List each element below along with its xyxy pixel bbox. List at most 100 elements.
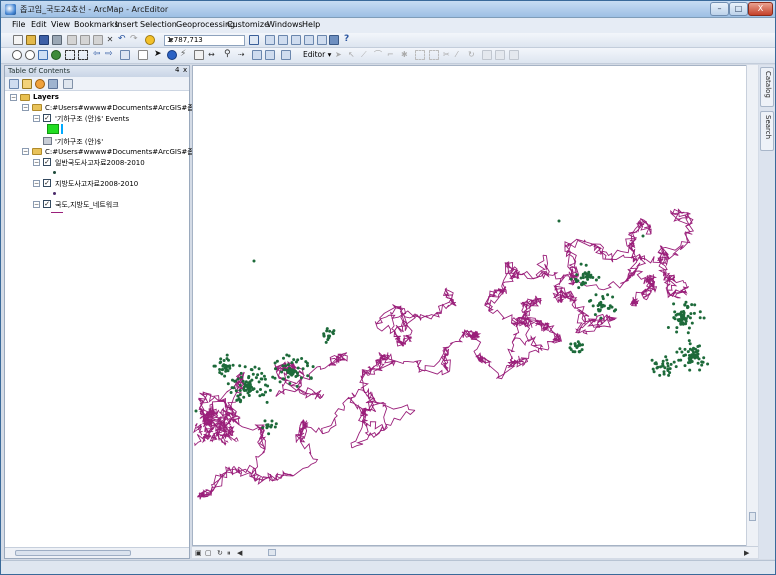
list-by-selection-icon[interactable] xyxy=(48,79,58,89)
redo-icon[interactable]: ↷ xyxy=(130,35,140,45)
cut-icon[interactable] xyxy=(67,35,77,45)
select-elements-icon[interactable]: ➤ xyxy=(154,50,164,60)
accident-point xyxy=(684,317,688,321)
scrollbar-thumb[interactable] xyxy=(268,549,276,556)
add-data-icon[interactable] xyxy=(145,35,155,45)
events-symbol-swatch[interactable] xyxy=(47,124,59,134)
menu-file[interactable]: File xyxy=(12,20,25,29)
pause-drawing-icon[interactable]: ⏸ xyxy=(227,549,231,558)
toc-horizontal-scrollbar[interactable] xyxy=(5,547,189,558)
fixed-zoom-out-icon[interactable] xyxy=(78,50,88,60)
hyperlink-icon[interactable]: ⚡ xyxy=(180,50,190,60)
html-popup-icon[interactable] xyxy=(194,50,204,60)
options-icon[interactable] xyxy=(63,79,73,89)
catalog-tab[interactable]: Catalog xyxy=(760,67,774,107)
data-view-icon[interactable]: ▣ xyxy=(195,549,202,557)
save-icon[interactable] xyxy=(39,35,49,45)
collapse-group-1-icon[interactable]: − xyxy=(22,104,29,111)
collapse-group-2-icon[interactable]: − xyxy=(22,148,29,155)
menu-customize[interactable]: Customize xyxy=(227,20,269,29)
refresh-icon[interactable]: ↻ xyxy=(217,549,223,557)
find-icon[interactable]: ⚲ xyxy=(224,50,234,60)
layer-national-accidents-name[interactable]: 일반국도사고자료2008-2010 xyxy=(55,158,145,168)
table-of-contents-icon[interactable] xyxy=(265,35,275,45)
menu-edit[interactable]: Edit xyxy=(31,20,47,29)
layer-local-accidents-checkbox[interactable]: ✓ xyxy=(43,179,51,187)
menu-insert[interactable]: Insert xyxy=(115,20,138,29)
map-canvas[interactable] xyxy=(193,66,747,547)
layer-road-network-checkbox[interactable]: ✓ xyxy=(43,200,51,208)
forward-extent-icon[interactable]: ⇨ xyxy=(105,50,115,60)
menu-bookmarks[interactable]: Bookmarks xyxy=(74,20,119,29)
menu-help[interactable]: Help xyxy=(302,20,320,29)
identify-icon[interactable] xyxy=(167,50,177,60)
zoom-in-icon[interactable] xyxy=(12,50,22,60)
scroll-right-icon[interactable]: ▶ xyxy=(744,549,749,557)
table-source-name[interactable]: '기하구조 (안)$' xyxy=(55,137,103,147)
point-symbol-icon[interactable] xyxy=(53,192,56,195)
find-route-icon[interactable]: ⇢ xyxy=(238,50,248,60)
zoom-out-icon[interactable] xyxy=(25,50,35,60)
layer-events-checkbox[interactable]: ✓ xyxy=(43,114,51,122)
menu-selection[interactable]: Selection xyxy=(140,20,177,29)
paste-icon[interactable] xyxy=(93,35,103,45)
collapse-layer-national-accidents-icon[interactable]: − xyxy=(33,159,40,166)
list-by-visibility-icon[interactable] xyxy=(35,79,45,89)
full-extent-icon[interactable] xyxy=(51,50,61,60)
map-scale-input[interactable]: 1:787,713 ▼ xyxy=(164,35,245,46)
print-icon[interactable] xyxy=(52,35,62,45)
collapse-layer-road-network-icon[interactable]: − xyxy=(33,201,40,208)
arctoolbox-icon[interactable] xyxy=(304,35,314,45)
create-viewer-icon[interactable] xyxy=(281,50,291,60)
layer-events-name[interactable]: '기하구조 (안)$' Events xyxy=(55,114,129,124)
pan-icon[interactable] xyxy=(38,50,48,60)
clear-selection-icon[interactable] xyxy=(138,50,148,60)
maximize-button[interactable]: □ xyxy=(729,2,748,16)
collapse-layers-icon[interactable]: − xyxy=(10,94,17,101)
scrollbar-thumb[interactable] xyxy=(15,550,131,556)
point-symbol-icon[interactable] xyxy=(53,171,56,174)
menu-view[interactable]: View xyxy=(51,20,70,29)
map-display[interactable] xyxy=(192,65,758,546)
scrollbar-thumb[interactable] xyxy=(749,512,756,521)
back-extent-icon[interactable]: ⇦ xyxy=(93,50,103,60)
search-window-icon[interactable] xyxy=(291,35,301,45)
layer-national-accidents-checkbox[interactable]: ✓ xyxy=(43,158,51,166)
copy-icon[interactable] xyxy=(80,35,90,45)
time-slider-icon[interactable] xyxy=(265,50,275,60)
python-window-icon[interactable] xyxy=(317,35,327,45)
search-tab[interactable]: Search xyxy=(760,111,774,151)
new-document-icon[interactable] xyxy=(13,35,23,45)
select-features-icon[interactable] xyxy=(120,50,130,60)
whats-this-icon[interactable]: ? xyxy=(344,35,354,45)
measure-icon[interactable]: ↔ xyxy=(208,50,218,60)
editor-toolbar-icon[interactable] xyxy=(249,35,259,45)
undo-icon[interactable]: ↶ xyxy=(118,35,128,45)
pin-icon[interactable]: 4 xyxy=(175,66,179,74)
line-symbol-icon[interactable] xyxy=(51,212,63,213)
list-by-drawing-order-icon[interactable] xyxy=(9,79,19,89)
map-vertical-scrollbar[interactable] xyxy=(746,65,758,546)
open-folder-icon[interactable] xyxy=(26,35,36,45)
fixed-zoom-in-icon[interactable] xyxy=(65,50,75,60)
list-by-source-icon[interactable] xyxy=(22,79,32,89)
layout-view-icon[interactable]: ▢ xyxy=(205,549,212,557)
close-icon[interactable]: x xyxy=(183,66,187,74)
group-1-path[interactable]: C:#Users#wwww#Documents#ArcGIS#좁고임# xyxy=(45,103,212,113)
delete-icon[interactable]: ✕ xyxy=(105,35,115,45)
menu-windows[interactable]: Windows xyxy=(267,20,303,29)
close-button[interactable]: X xyxy=(748,2,773,16)
scroll-left-icon[interactable]: ◀ xyxy=(237,549,242,557)
group-2-path[interactable]: C:#Users#wwww#Documents#ArcGIS#좁고임 xyxy=(45,147,207,157)
editor-dropdown-button[interactable]: Editor ▾ xyxy=(303,50,331,59)
modelbuilder-icon[interactable] xyxy=(329,35,339,45)
chevron-down-icon[interactable]: ▼ xyxy=(167,36,175,45)
collapse-layer-local-accidents-icon[interactable]: − xyxy=(33,180,40,187)
layer-road-network-name[interactable]: 국도,지방도_네트워크 xyxy=(55,200,119,210)
layers-dataframe-label[interactable]: Layers xyxy=(33,93,59,101)
collapse-layer-events-icon[interactable]: − xyxy=(33,115,40,122)
layer-local-accidents-name[interactable]: 지방도사고자료2008-2010 xyxy=(55,179,138,189)
minimize-button[interactable]: – xyxy=(710,2,729,16)
catalog-icon[interactable] xyxy=(278,35,288,45)
go-to-xy-icon[interactable] xyxy=(252,50,262,60)
